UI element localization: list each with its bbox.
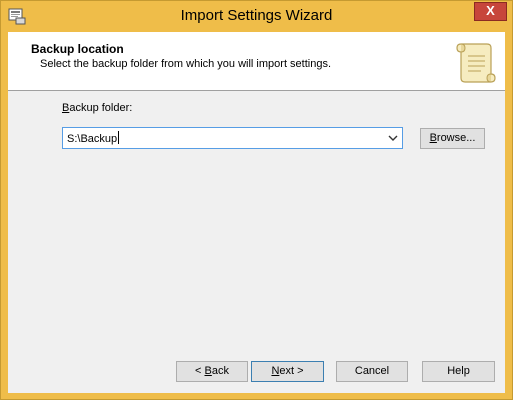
backup-folder-combobox[interactable]: S:\Backup xyxy=(62,127,403,149)
browse-button-label: rowse... xyxy=(436,132,476,144)
back-button-prefix: < xyxy=(195,365,205,377)
back-button[interactable]: < Back xyxy=(176,361,248,382)
backup-folder-label-text: ackup folder: xyxy=(69,102,133,114)
backup-folder-value: S:\Backup xyxy=(67,131,120,145)
page-subtitle: Select the backup folder from which you … xyxy=(40,58,332,70)
backup-folder-label: Backup folder: xyxy=(62,102,132,114)
wizard-header-panel: Backup location Select the backup folder… xyxy=(8,32,505,91)
text-caret xyxy=(118,131,120,144)
wizard-client-area: Backup location Select the backup folder… xyxy=(8,32,505,393)
page-title: Backup location xyxy=(31,42,124,56)
title-bar[interactable]: Import Settings Wizard X xyxy=(1,1,512,32)
close-icon: X xyxy=(486,3,495,18)
help-button[interactable]: Help xyxy=(422,361,495,382)
window-title: Import Settings Wizard xyxy=(180,7,333,24)
cancel-button[interactable]: Cancel xyxy=(336,361,408,382)
back-button-label: ack xyxy=(211,365,229,377)
close-button[interactable]: X xyxy=(474,2,507,21)
chevron-down-icon[interactable] xyxy=(387,132,399,144)
next-button-label: ext > xyxy=(279,365,304,377)
browse-button-mnemonic: B xyxy=(429,132,437,144)
next-button[interactable]: Next > xyxy=(251,361,324,382)
import-settings-wizard-window: Import Settings Wizard X Backup location… xyxy=(0,0,513,400)
back-button-mnemonic: B xyxy=(204,365,212,377)
browse-button[interactable]: Browse... xyxy=(420,128,485,149)
scroll-icon xyxy=(453,38,497,86)
backup-folder-value-text: S:\Backup xyxy=(67,133,118,145)
